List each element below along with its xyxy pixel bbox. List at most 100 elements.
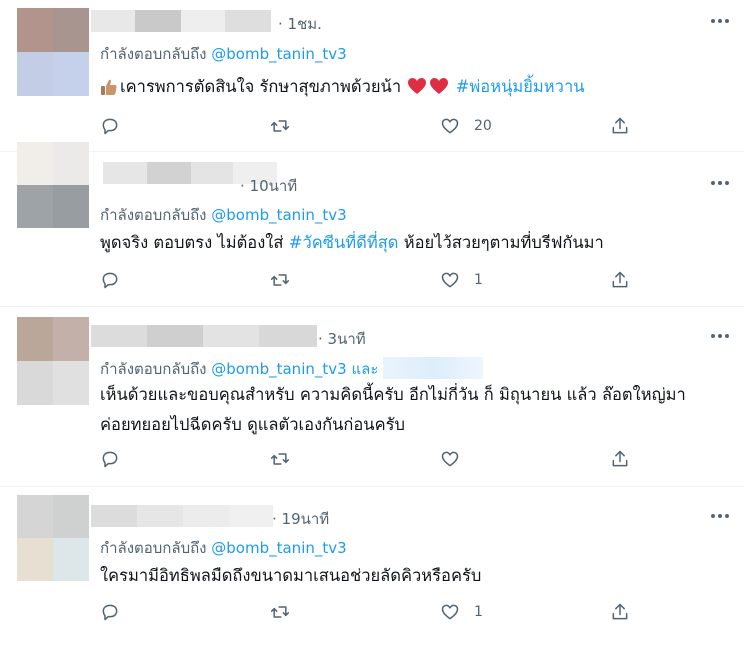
author-name-blurred[interactable]: [91, 505, 273, 527]
tweet-actions: [100, 448, 636, 470]
more-options-icon[interactable]: [710, 176, 730, 190]
retweet-button[interactable]: [270, 115, 290, 137]
retweet-button[interactable]: [270, 601, 290, 623]
red-heart-emoji-icon: [429, 75, 449, 105]
thumbs-up-emoji-icon: [100, 76, 118, 106]
reply-icon: [102, 118, 118, 135]
tweet-1[interactable]: · 1ชม. กำลังตอบกลับถึง @bomb_tanin_tv3 เ…: [0, 0, 744, 152]
share-button[interactable]: [610, 269, 630, 291]
tweet-actions: 1: [100, 269, 636, 291]
tweet-text: พูดจริง ตอบตรง ไม่ต้องใส่ #วัคซีนที่ดีที…: [100, 228, 604, 258]
more-options-icon[interactable]: [710, 329, 730, 343]
more-options-icon[interactable]: [710, 14, 730, 28]
hashtag-link[interactable]: #พ่อหนุ่มยิ้มหวาน: [456, 77, 585, 96]
tweet-time[interactable]: · 10นาที: [240, 174, 297, 198]
tweet-4[interactable]: · 19นาที กำลังตอบกลับถึง @bomb_tanin_tv3…: [0, 487, 744, 645]
tweet-actions: 1: [100, 601, 636, 623]
tweet-text-line-1: เห็นด้วยและขอบคุณสำหรับ ความคิดนี้ครับ อ…: [100, 385, 686, 404]
tweet-text: เคารพการตัดสินใจ รักษาสุขภาพด้วยน้า #พ่อ…: [100, 72, 584, 106]
reply-and: และ: [351, 360, 379, 378]
replying-to: กำลังตอบกลับถึง @bomb_tanin_tv3: [100, 203, 347, 227]
retweet-icon: [270, 274, 290, 286]
heart-icon: [441, 451, 459, 467]
replying-to: กำลังตอบกลับถึง @bomb_tanin_tv3 และ: [100, 357, 484, 381]
retweet-icon: [270, 453, 290, 465]
share-icon: [612, 603, 628, 620]
reply-button[interactable]: [100, 601, 120, 623]
tweet-3[interactable]: · 3นาที กำลังตอบกลับถึง @bomb_tanin_tv3 …: [0, 307, 744, 487]
like-count: 20: [474, 118, 492, 134]
like-count: 1: [474, 604, 483, 620]
like-button[interactable]: 1: [440, 601, 483, 623]
avatar[interactable]: [17, 317, 89, 405]
avatar-blur: [53, 495, 89, 538]
tweet-2[interactable]: · 10นาที กำลังตอบกลับถึง @bomb_tanin_tv3…: [0, 142, 744, 307]
reply-feed: · 1ชม. กำลังตอบกลับถึง @bomb_tanin_tv3 เ…: [0, 0, 744, 645]
like-button[interactable]: 1: [440, 269, 483, 291]
tweet-text-before: พูดจริง ตอบตรง ไม่ต้องใส่: [100, 233, 289, 252]
avatar-blur: [17, 495, 53, 538]
tweet-text-line-2: ค่อยทยอยไปฉีดครับ ดูแลตัวเองกันก่อนครับ: [100, 415, 405, 434]
reply-button[interactable]: [100, 115, 120, 137]
avatar[interactable]: [17, 8, 89, 96]
share-button[interactable]: [610, 601, 630, 623]
tweet-text-body: ใครมามีอิทธิพลมืดถึงขนาดมาเสนอช่วยลัดคิว…: [100, 566, 482, 585]
avatar-blur: [53, 538, 89, 581]
retweet-button[interactable]: [270, 269, 290, 291]
retweet-icon: [270, 606, 290, 618]
avatar-blur: [53, 317, 89, 361]
more-options-icon[interactable]: [710, 509, 730, 523]
tweet-text-body: เคารพการตัดสินใจ รักษาสุขภาพด้วยน้า: [120, 77, 402, 96]
heart-icon: [441, 604, 459, 620]
retweet-button[interactable]: [270, 448, 290, 470]
reply-prefix: กำลังตอบกลับถึง: [100, 45, 207, 63]
like-button[interactable]: [440, 448, 474, 470]
tweet-time[interactable]: · 3นาที: [318, 327, 366, 351]
replying-to: กำลังตอบกลับถึง @bomb_tanin_tv3: [100, 536, 347, 560]
avatar-blur: [17, 52, 53, 96]
avatar-blur: [17, 142, 53, 185]
share-icon: [612, 117, 628, 134]
author-name-blurred[interactable]: [91, 10, 271, 32]
tweet-time[interactable]: · 1ชม.: [278, 12, 322, 36]
reply-icon: [102, 604, 118, 621]
share-icon: [612, 450, 628, 467]
avatar-blur: [17, 361, 53, 405]
reply-prefix: กำลังตอบกลับถึง: [100, 206, 207, 224]
reply-icon: [102, 451, 118, 468]
avatar[interactable]: [17, 495, 89, 581]
hashtag-link[interactable]: #วัคซีนที่ดีที่สุด: [289, 233, 399, 252]
share-icon: [612, 271, 628, 288]
heart-icon: [441, 272, 459, 288]
avatar-blur: [53, 185, 89, 228]
tweet-time[interactable]: · 19นาที: [272, 507, 329, 531]
author-name-blurred[interactable]: [91, 325, 317, 347]
share-button[interactable]: [610, 448, 630, 470]
avatar-blur: [53, 142, 89, 185]
reply-prefix: กำลังตอบกลับถึง: [100, 360, 207, 378]
avatar-blur: [17, 317, 53, 361]
avatar-blur: [17, 538, 53, 581]
avatar-blur: [17, 185, 53, 228]
avatar[interactable]: [17, 142, 89, 228]
tweet-text: ใครมามีอิทธิพลมืดถึงขนาดมาเสนอช่วยลัดคิว…: [100, 561, 481, 591]
reply-handle-link[interactable]: @bomb_tanin_tv3: [211, 539, 346, 557]
reply-handle-blurred[interactable]: [383, 357, 484, 379]
tweet-text-after: ห้อยไว้สวยๆตามที่บรีฟกันมา: [398, 233, 604, 252]
reply-handle-link[interactable]: @bomb_tanin_tv3: [211, 206, 346, 224]
avatar-blur: [53, 52, 89, 96]
reply-prefix: กำลังตอบกลับถึง: [100, 539, 207, 557]
reply-handle-link[interactable]: @bomb_tanin_tv3: [211, 45, 346, 63]
avatar-blur: [53, 8, 89, 52]
red-heart-emoji-icon: [407, 75, 427, 105]
reply-handle-link[interactable]: @bomb_tanin_tv3: [211, 360, 346, 378]
tweet-actions: 20: [100, 115, 636, 137]
heart-icon: [441, 118, 459, 134]
share-button[interactable]: [610, 115, 630, 137]
like-count: 1: [474, 272, 483, 288]
reply-button[interactable]: [100, 269, 120, 291]
replying-to: กำลังตอบกลับถึง @bomb_tanin_tv3: [100, 42, 347, 66]
reply-button[interactable]: [100, 448, 120, 470]
retweet-icon: [270, 120, 290, 132]
like-button[interactable]: 20: [440, 115, 492, 137]
